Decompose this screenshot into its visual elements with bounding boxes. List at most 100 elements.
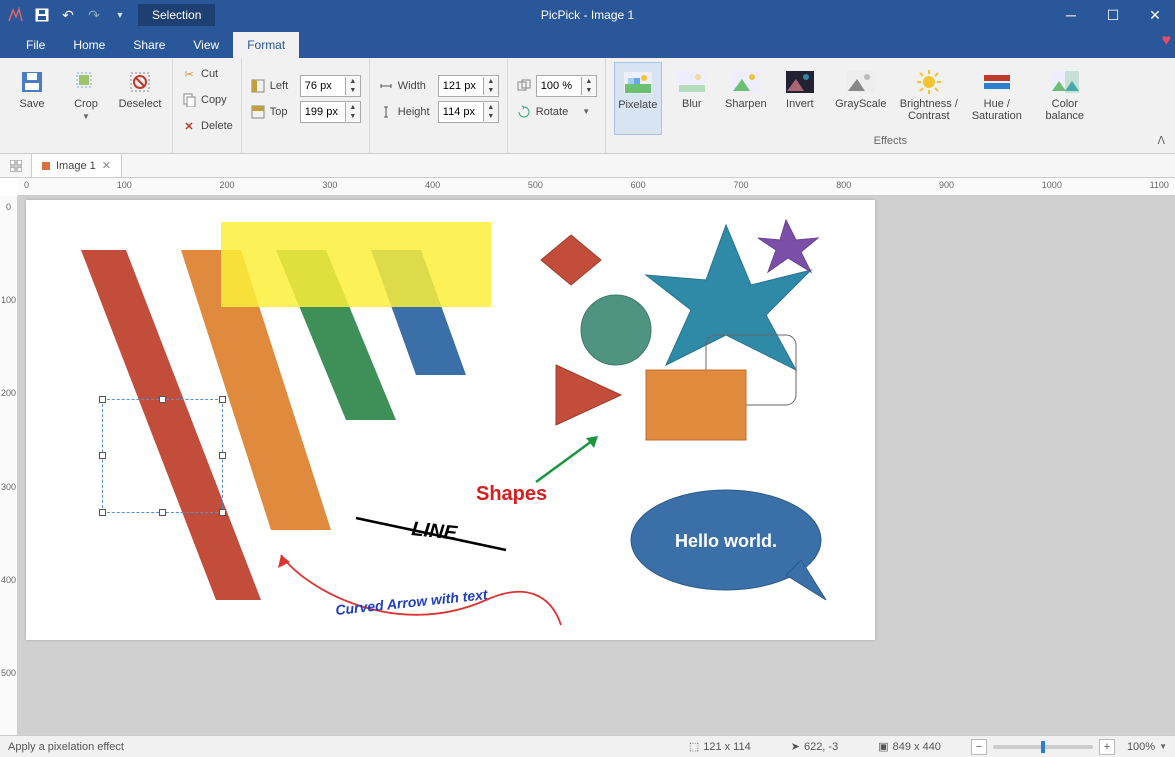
tab-format[interactable]: Format: [233, 32, 299, 58]
pixelate-button[interactable]: Pixelate: [614, 62, 662, 135]
invert-button[interactable]: Invert: [776, 62, 824, 135]
brightness-button[interactable]: Brightness / Contrast: [898, 62, 960, 135]
height-label: Height: [398, 106, 434, 118]
zoom-dropdown-icon[interactable]: ▼: [1159, 742, 1167, 751]
color-balance-icon: [1051, 68, 1079, 96]
quick-access-toolbar: ↶ ↷ ▼: [8, 7, 128, 23]
sharpen-icon: [732, 68, 760, 96]
delete-button[interactable]: ✕Delete: [181, 114, 233, 138]
crop-button[interactable]: Crop ▼: [62, 62, 110, 135]
tab-view[interactable]: View: [179, 32, 233, 58]
rotate-dropdown-icon: ▼: [582, 107, 590, 116]
minimize-button[interactable]: ─: [1059, 7, 1083, 23]
selection-icon: ⬚: [689, 740, 699, 753]
selection-rectangle[interactable]: [102, 399, 223, 513]
vertical-ruler: 0100200300400500: [0, 196, 18, 738]
top-input[interactable]: ▲▼: [300, 101, 361, 123]
save-label: Save: [19, 98, 44, 110]
status-hint: Apply a pixelation effect: [8, 741, 124, 753]
close-button[interactable]: ✕: [1143, 7, 1167, 24]
heart-icon[interactable]: ♥: [1162, 32, 1172, 50]
copy-button[interactable]: Copy: [181, 88, 233, 112]
image-size-icon: ▣: [878, 740, 888, 753]
undo-icon[interactable]: ↶: [60, 7, 76, 23]
curved-arrow-text: Curved Arrow with text: [335, 586, 490, 618]
hue-icon: [983, 68, 1011, 96]
grayscale-icon: [847, 68, 875, 96]
workspace: 0100200300400500: [0, 196, 1175, 738]
left-label: Left: [270, 80, 296, 92]
zoom-icon: [516, 78, 532, 94]
effects-group-label: Effects: [614, 135, 1167, 151]
hue-button[interactable]: Hue / Saturation: [966, 62, 1028, 135]
blur-icon: [678, 68, 706, 96]
save-disk-icon: [18, 68, 46, 96]
copy-icon: [181, 92, 197, 108]
left-input[interactable]: ▲▼: [300, 75, 361, 97]
horizontal-ruler: 010020030040050060070080090010001100: [18, 178, 1175, 196]
sharpen-button[interactable]: Sharpen: [722, 62, 770, 135]
zoom-slider[interactable]: [993, 745, 1093, 749]
zoom-input[interactable]: ▲▼: [536, 75, 597, 97]
ribbon: Save Crop ▼ Deselect ✂Cut Copy ✕Delete: [0, 58, 1175, 154]
image-canvas[interactable]: Hello world. Shapes LINE Curved Arrow wi…: [26, 200, 875, 640]
canvas-viewport[interactable]: Hello world. Shapes LINE Curved Arrow wi…: [18, 196, 1175, 738]
document-tab[interactable]: Image 1 ✕: [32, 154, 122, 177]
crop-label: Crop: [74, 98, 98, 110]
collapse-ribbon-icon[interactable]: ᐱ: [1157, 134, 1165, 147]
width-input[interactable]: ▲▼: [438, 75, 499, 97]
cut-button[interactable]: ✂Cut: [181, 62, 233, 86]
title-bar: ↶ ↷ ▼ Selection PicPick - Image 1 ─ ☐ ✕: [0, 0, 1175, 30]
zoom-percent[interactable]: 100%: [1127, 741, 1155, 753]
selection-size: ⬚121 x 114: [689, 740, 751, 753]
cursor-icon: ➤: [791, 740, 800, 753]
maximize-button[interactable]: ☐: [1101, 7, 1125, 24]
top-pos-icon: [250, 104, 266, 120]
bubble-text: Hello world.: [675, 531, 777, 551]
doc-tab-label: Image 1: [56, 160, 96, 172]
window-title: PicPick - Image 1: [541, 8, 634, 22]
line-text: LINE: [410, 518, 458, 545]
close-tab-icon[interactable]: ✕: [102, 159, 111, 172]
crop-icon: [72, 68, 100, 96]
height-icon: [378, 104, 394, 120]
status-bar: Apply a pixelation effect ⬚121 x 114 ➤62…: [0, 735, 1175, 757]
rotate-icon: [516, 104, 532, 120]
crop-dropdown-icon: ▼: [82, 112, 90, 121]
brightness-icon: [915, 68, 943, 96]
context-tab-selection[interactable]: Selection: [138, 4, 215, 26]
width-icon: [378, 78, 394, 94]
pixelate-icon: [624, 69, 652, 97]
redo-icon[interactable]: ↷: [86, 7, 102, 23]
tab-home[interactable]: Home: [59, 32, 119, 58]
grayscale-button[interactable]: GrayScale: [830, 62, 892, 135]
tab-file[interactable]: File: [12, 32, 59, 58]
left-pos-icon: [250, 78, 266, 94]
save-icon[interactable]: [34, 7, 50, 23]
deselect-button[interactable]: Deselect: [116, 62, 164, 135]
app-icon: [8, 7, 24, 23]
top-label: Top: [270, 106, 296, 118]
width-label: Width: [398, 80, 434, 92]
save-button[interactable]: Save: [8, 62, 56, 135]
color-balance-button[interactable]: Color balance: [1034, 62, 1096, 135]
tab-share[interactable]: Share: [119, 32, 179, 58]
delete-x-icon: ✕: [181, 118, 197, 134]
deselect-icon: [126, 68, 154, 96]
height-input[interactable]: ▲▼: [438, 101, 499, 123]
qat-dropdown-icon[interactable]: ▼: [112, 7, 128, 23]
document-tab-strip: Image 1 ✕: [0, 154, 1175, 178]
menu-tabs: File Home Share View Format: [0, 30, 1175, 58]
doc-color-icon: [42, 162, 50, 170]
shapes-text: Shapes: [476, 483, 547, 505]
invert-icon: [786, 68, 814, 96]
scissors-icon: ✂: [181, 66, 197, 82]
image-size: ▣849 x 440: [878, 740, 941, 753]
grid-view-icon[interactable]: [0, 154, 32, 177]
zoom-in-button[interactable]: +: [1099, 739, 1115, 755]
deselect-label: Deselect: [119, 98, 162, 110]
cursor-position: ➤622, -3: [791, 740, 838, 753]
zoom-out-button[interactable]: −: [971, 739, 987, 755]
rotate-button[interactable]: Rotate ▼: [516, 100, 597, 124]
blur-button[interactable]: Blur: [668, 62, 716, 135]
